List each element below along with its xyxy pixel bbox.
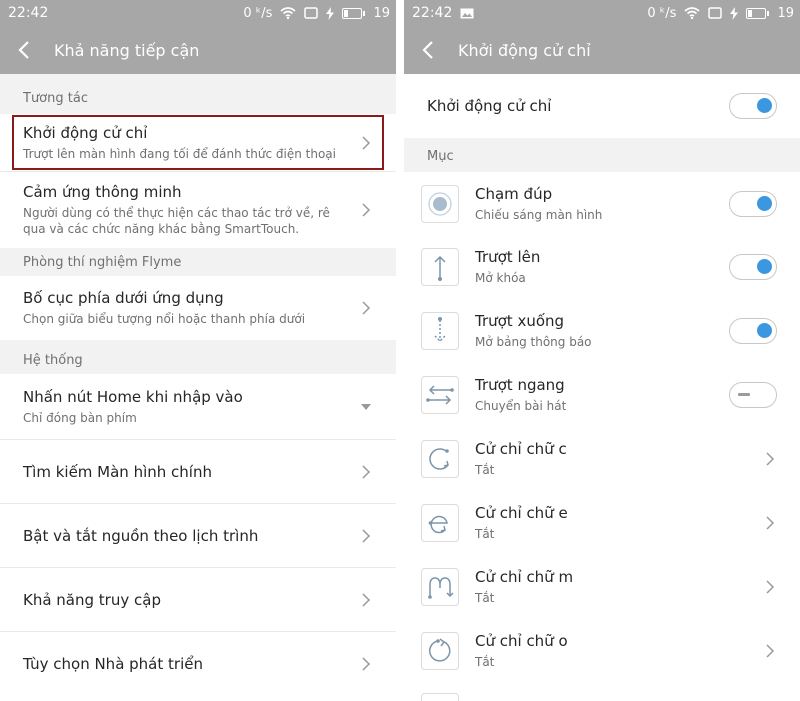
chevron-right-icon <box>766 580 775 594</box>
screen-icon <box>304 7 319 19</box>
chevron-right-icon <box>362 528 371 543</box>
chevron-right-icon <box>362 301 371 315</box>
gesture-row-letter-c[interactable]: Cử chỉ chữ c Tắt <box>404 427 800 492</box>
screen-icon <box>708 7 723 19</box>
header-bar: Khả năng tiếp cận <box>0 26 396 74</box>
gallery-icon <box>460 8 474 18</box>
right-screen: 22:42 0 ᵏ/s 19 Khởi động cử chỉ Khởi độn… <box>404 0 800 701</box>
gesture-m-icon <box>421 568 459 606</box>
gesture-e-icon <box>421 504 459 542</box>
section-header-lab: Phòng thí nghiệm Flyme <box>0 248 396 276</box>
status-bar: 22:42 0 ᵏ/s 19 <box>0 0 396 26</box>
back-arrow-icon[interactable] <box>418 39 440 61</box>
charging-icon <box>730 6 739 20</box>
gesture-c-icon <box>421 440 459 478</box>
swipe-down-icon <box>421 312 459 350</box>
swipe-horizontal-toggle[interactable] <box>729 382 777 408</box>
network-speed: 0 ᵏ/s <box>647 5 677 21</box>
gesture-row-letter-o[interactable]: Cử chỉ chữ o Tắt <box>404 619 800 684</box>
header-bar: Khởi động cử chỉ <box>404 26 800 74</box>
chevron-right-icon <box>362 203 371 217</box>
status-time: 22:42 <box>8 5 49 21</box>
gesture-row-swipe-down[interactable]: Trượt xuống Mở bảng thông báo <box>404 299 800 364</box>
section-header-items: Mục <box>404 138 800 172</box>
wifi-icon <box>280 7 296 19</box>
chevron-right-icon <box>362 592 371 607</box>
master-gesture-toggle[interactable] <box>729 93 777 119</box>
list-item-accessibility[interactable]: Khả năng truy cập <box>0 568 396 632</box>
chevron-right-icon <box>766 516 775 530</box>
list-item-developer-options[interactable]: Tùy chọn Nhà phát triển <box>0 632 396 696</box>
battery-icon <box>342 7 366 19</box>
back-arrow-icon[interactable] <box>14 39 36 61</box>
chevron-right-icon <box>766 644 775 658</box>
network-speed: 0 ᵏ/s <box>243 5 273 21</box>
chevron-right-icon <box>362 657 371 671</box>
gesture-row-double-tap[interactable]: Chạm đúp Chiếu sáng màn hình <box>404 172 800 236</box>
list-item-home-button[interactable]: Nhấn nút Home khi nhập vào Chỉ đóng bàn … <box>0 374 396 440</box>
list-item-gesture-wake[interactable]: Khởi động cử chỉ Trượt lên màn hình đang… <box>0 114 396 172</box>
wifi-icon <box>684 7 700 19</box>
double-tap-toggle[interactable] <box>729 190 777 217</box>
master-gesture-row: Khởi động cử chỉ <box>404 74 800 138</box>
list-item-home-search[interactable]: Tìm kiếm Màn hình chính <box>0 440 396 504</box>
gesture-o-icon <box>421 632 459 670</box>
status-bar: 22:42 0 ᵏ/s 19 <box>404 0 800 26</box>
swipe-up-icon <box>421 248 459 286</box>
list-item-smart-touch[interactable]: Cảm ứng thông minh Người dùng có thể thự… <box>0 172 396 248</box>
gesture-row-swipe-up[interactable]: Trượt lên Mở khóa <box>404 235 800 300</box>
double-tap-icon <box>421 184 459 223</box>
swipe-horizontal-icon <box>421 376 459 414</box>
gesture-row-swipe-horizontal[interactable]: Trượt ngang Chuyển bài hát <box>404 363 800 428</box>
battery-icon <box>746 7 770 19</box>
gesture-row-letter-e[interactable]: Cử chỉ chữ e Tắt <box>404 491 800 556</box>
list-item-bottom-layout[interactable]: Bố cục phía dưới ứng dụng Chọn giữa biểu… <box>0 276 396 340</box>
chevron-right-icon <box>766 452 775 466</box>
page-title: Khởi động cử chỉ <box>458 40 591 60</box>
status-time: 22:42 <box>412 5 453 21</box>
gesture-row-partial <box>404 683 800 701</box>
left-screen: 22:42 0 ᵏ/s 19 Khả năng tiếp cận Tương t… <box>0 0 396 701</box>
charging-icon <box>326 6 335 20</box>
chevron-right-icon <box>362 464 371 479</box>
section-header-system: Hệ thống <box>0 340 396 374</box>
battery-level: 19 <box>373 5 390 21</box>
gesture-row-letter-m[interactable]: Cử chỉ chữ m Tắt <box>404 555 800 620</box>
gesture-partial-icon <box>421 693 459 701</box>
dropdown-arrow-icon <box>361 403 371 410</box>
swipe-up-toggle[interactable] <box>729 254 777 280</box>
section-header-interaction: Tương tác <box>0 74 396 114</box>
list-item-scheduled-power[interactable]: Bật và tắt nguồn theo lịch trình <box>0 504 396 568</box>
battery-level: 19 <box>777 5 794 21</box>
swipe-down-toggle[interactable] <box>729 318 777 344</box>
chevron-right-icon <box>362 135 371 150</box>
screen-divider <box>396 0 404 701</box>
page-title: Khả năng tiếp cận <box>54 40 200 60</box>
